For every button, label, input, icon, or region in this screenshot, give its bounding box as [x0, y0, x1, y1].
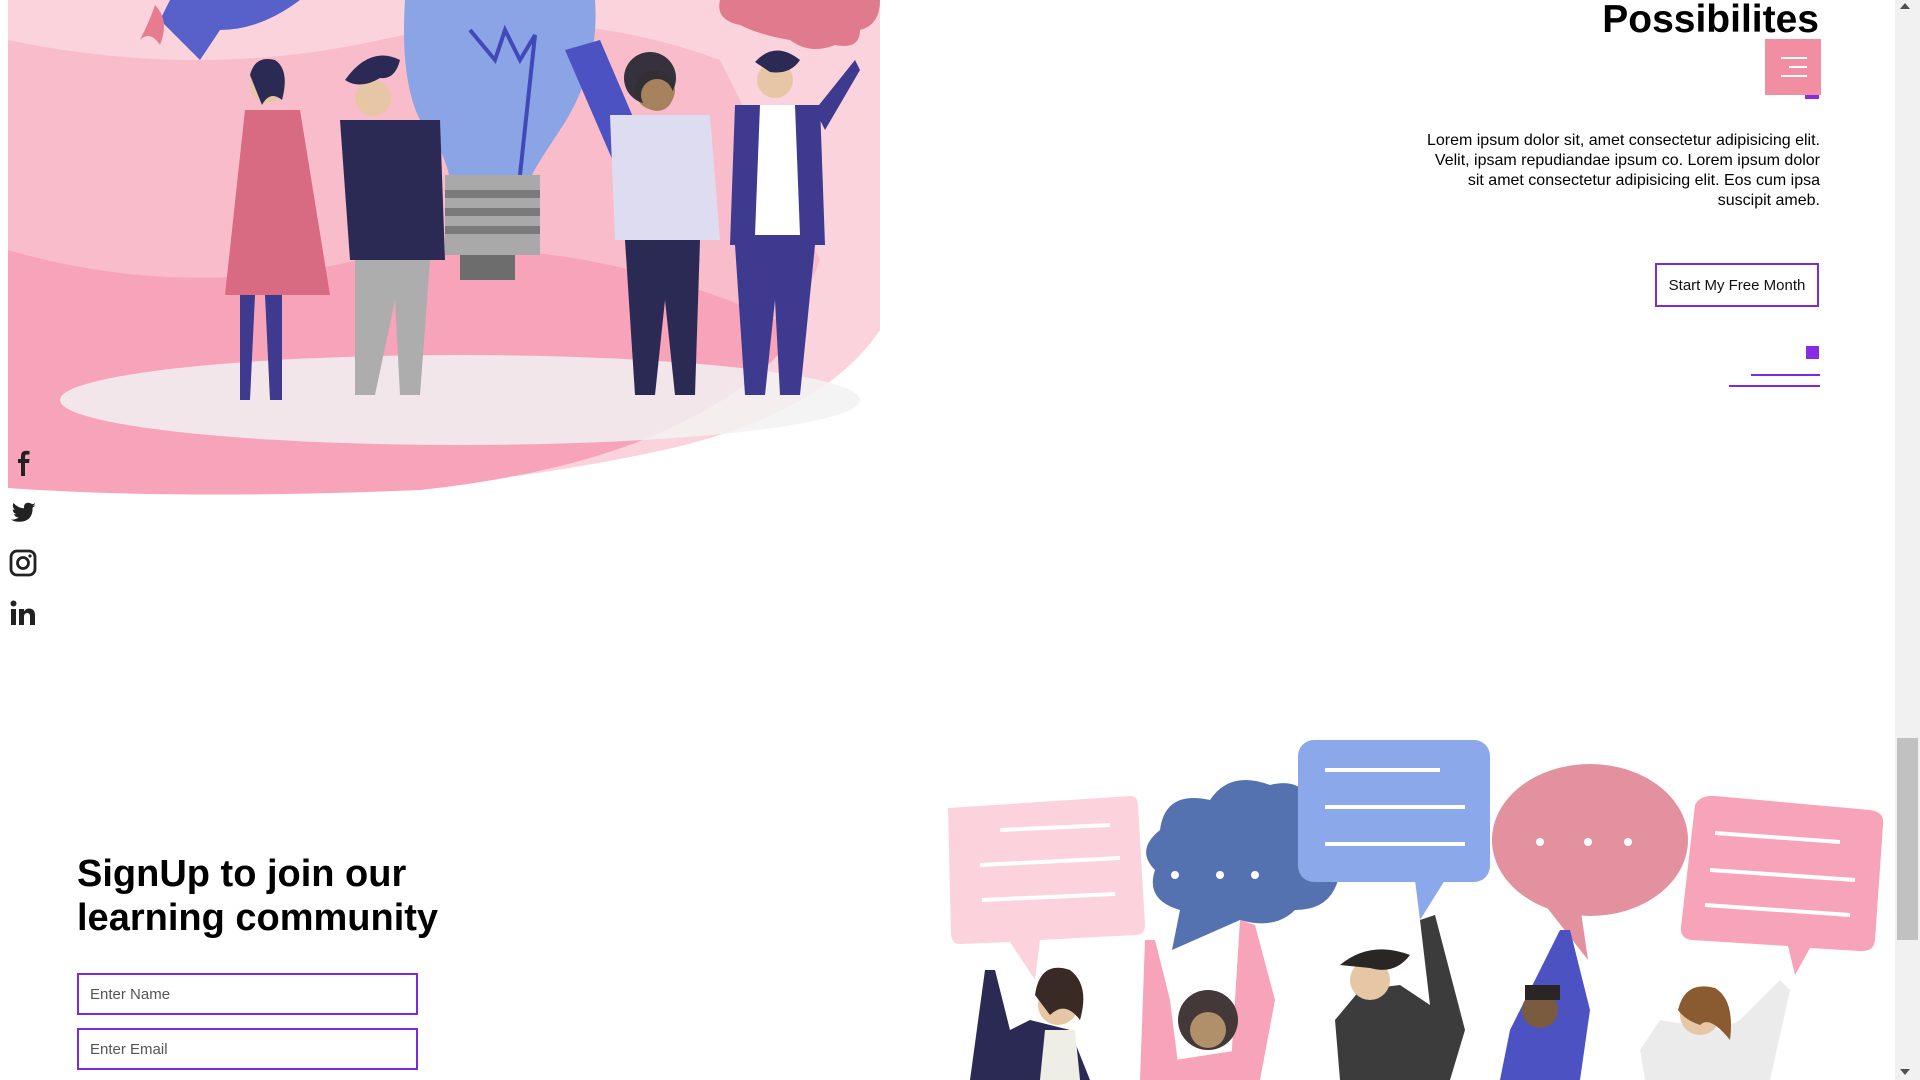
signup-title: SignUp to join our learning community [77, 853, 439, 939]
hero-description: Lorem ipsum dolor sit, amet consectetur … [1426, 132, 1820, 209]
instagram-icon [9, 549, 37, 577]
twitter-link[interactable] [8, 498, 38, 528]
scroll-down-arrow-icon[interactable] [1900, 1069, 1910, 1075]
decorative-line [1751, 374, 1820, 376]
scroll-up-arrow-icon[interactable] [1900, 3, 1910, 9]
hero-illustration [8, 0, 880, 495]
facebook-link[interactable] [8, 447, 38, 477]
community-illustration [948, 740, 1884, 1080]
decorative-square [1806, 346, 1819, 359]
menu-button[interactable] [1765, 39, 1821, 95]
hamburger-menu-icon [1781, 57, 1807, 59]
email-input[interactable] [77, 1028, 418, 1070]
decorative-accent-bar [1805, 95, 1819, 99]
decorative-line [1729, 385, 1820, 387]
twitter-icon [10, 502, 37, 522]
hero-title: Possibilites [1602, 0, 1819, 41]
start-free-month-button[interactable]: Start My Free Month [1655, 263, 1819, 307]
linkedin-icon [10, 600, 35, 625]
scrollbar-thumb[interactable] [1897, 738, 1918, 940]
name-input[interactable] [77, 973, 418, 1015]
instagram-link[interactable] [8, 548, 38, 578]
linkedin-link[interactable] [8, 598, 38, 628]
facebook-icon [18, 450, 30, 476]
